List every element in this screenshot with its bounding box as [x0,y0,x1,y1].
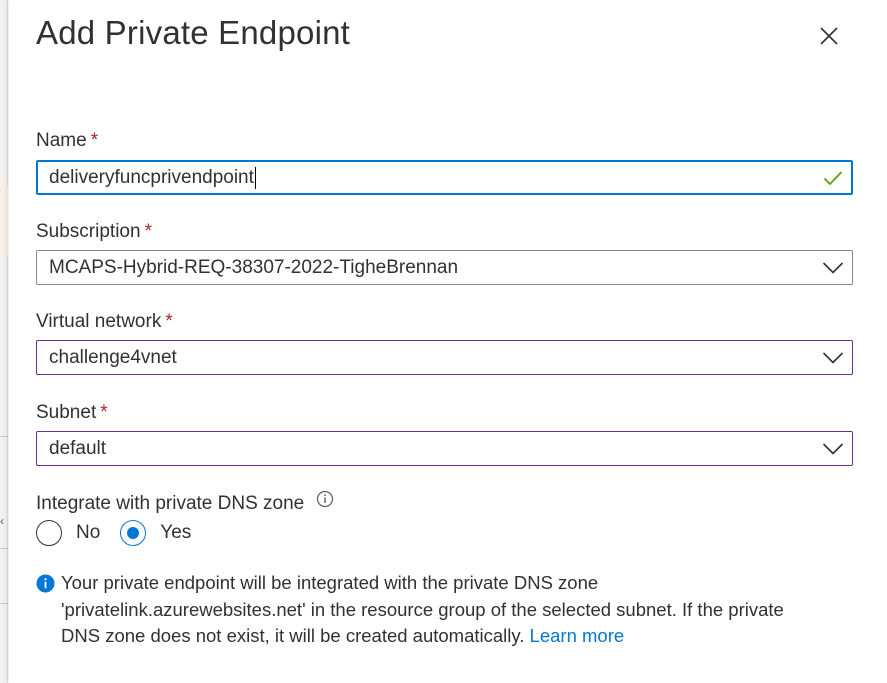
radio-circle-checked [120,520,147,546]
background-divider [0,548,8,549]
subnet-dropdown-toggle[interactable] [822,442,844,456]
dns-integration-label-text: Integrate with private DNS zone [36,493,305,515]
learn-more-link[interactable]: Learn more [530,625,625,646]
dns-radio-no[interactable]: No [36,520,100,546]
required-marker: * [90,130,99,151]
dns-info-message: Your private endpoint will be integrated… [36,570,836,650]
dns-radio-no-label: No [76,522,101,543]
subscription-dropdown[interactable]: MCAPS-Hybrid-REQ-38307-2022-TigheBrennan [36,250,853,285]
background-divider [0,603,8,604]
chevron-down-icon [822,351,844,364]
info-text-line-2: 'privatelink.azurewebsites.net' in the r… [61,598,784,620]
valid-indicator [823,170,843,186]
name-input-value: deliveryfuncprivendpoint [49,166,254,188]
dns-tooltip-button[interactable] [316,490,334,514]
virtual-network-selected-value: challenge4vnet [49,346,177,368]
chevron-down-icon [822,442,844,455]
dns-integration-label: Integrate with private DNS zone [36,490,334,516]
name-label: Name * [36,130,98,152]
name-input[interactable]: deliveryfuncprivendpoint [36,160,853,195]
subnet-label: Subnet * [36,402,108,424]
name-label-text: Name [36,130,87,151]
required-marker: * [144,221,152,242]
subnet-dropdown[interactable]: default [36,431,853,466]
dns-radio-yes[interactable]: Yes [120,520,191,546]
subnet-selected-value: default [49,437,107,459]
info-text-line-3: DNS zone does not exist, it will be crea… [61,625,525,646]
virtual-network-dropdown[interactable]: challenge4vnet [36,340,853,375]
virtual-network-label: Virtual network * [36,311,173,333]
subnet-label-text: Subnet [36,402,97,423]
dns-radio-yes-label: Yes [160,522,192,543]
background-chevron-icon: ‹ [0,514,4,528]
required-marker: * [100,402,108,423]
virtual-network-label-text: Virtual network [36,311,162,332]
close-icon [820,27,838,45]
panel-title: Add Private Endpoint [36,14,351,51]
subscription-label-text: Subscription [36,221,141,242]
dns-integration-radio-group: No Yes [36,520,211,546]
subscription-selected-value: MCAPS-Hybrid-REQ-38307-2022-TigheBrennan [49,256,459,278]
background-page-edge: ‹ [0,0,8,683]
radio-circle-unchecked [36,520,62,546]
add-private-endpoint-panel: Add Private Endpoint Name * deliveryfuncp… [9,0,887,683]
checkmark-icon [823,170,843,185]
chevron-down-icon [822,261,844,274]
info-text-line-1: Your private endpoint will be integrated… [61,572,599,593]
info-circle-outline-icon [317,490,334,508]
virtual-network-dropdown-toggle[interactable] [822,351,844,365]
background-divider [0,436,8,437]
required-marker: * [165,311,173,332]
text-caret [254,166,256,189]
info-icon [36,574,55,601]
close-button[interactable] [813,20,845,52]
background-highlight [0,186,8,256]
subscription-label: Subscription * [36,221,152,243]
subscription-dropdown-toggle[interactable] [822,261,844,275]
